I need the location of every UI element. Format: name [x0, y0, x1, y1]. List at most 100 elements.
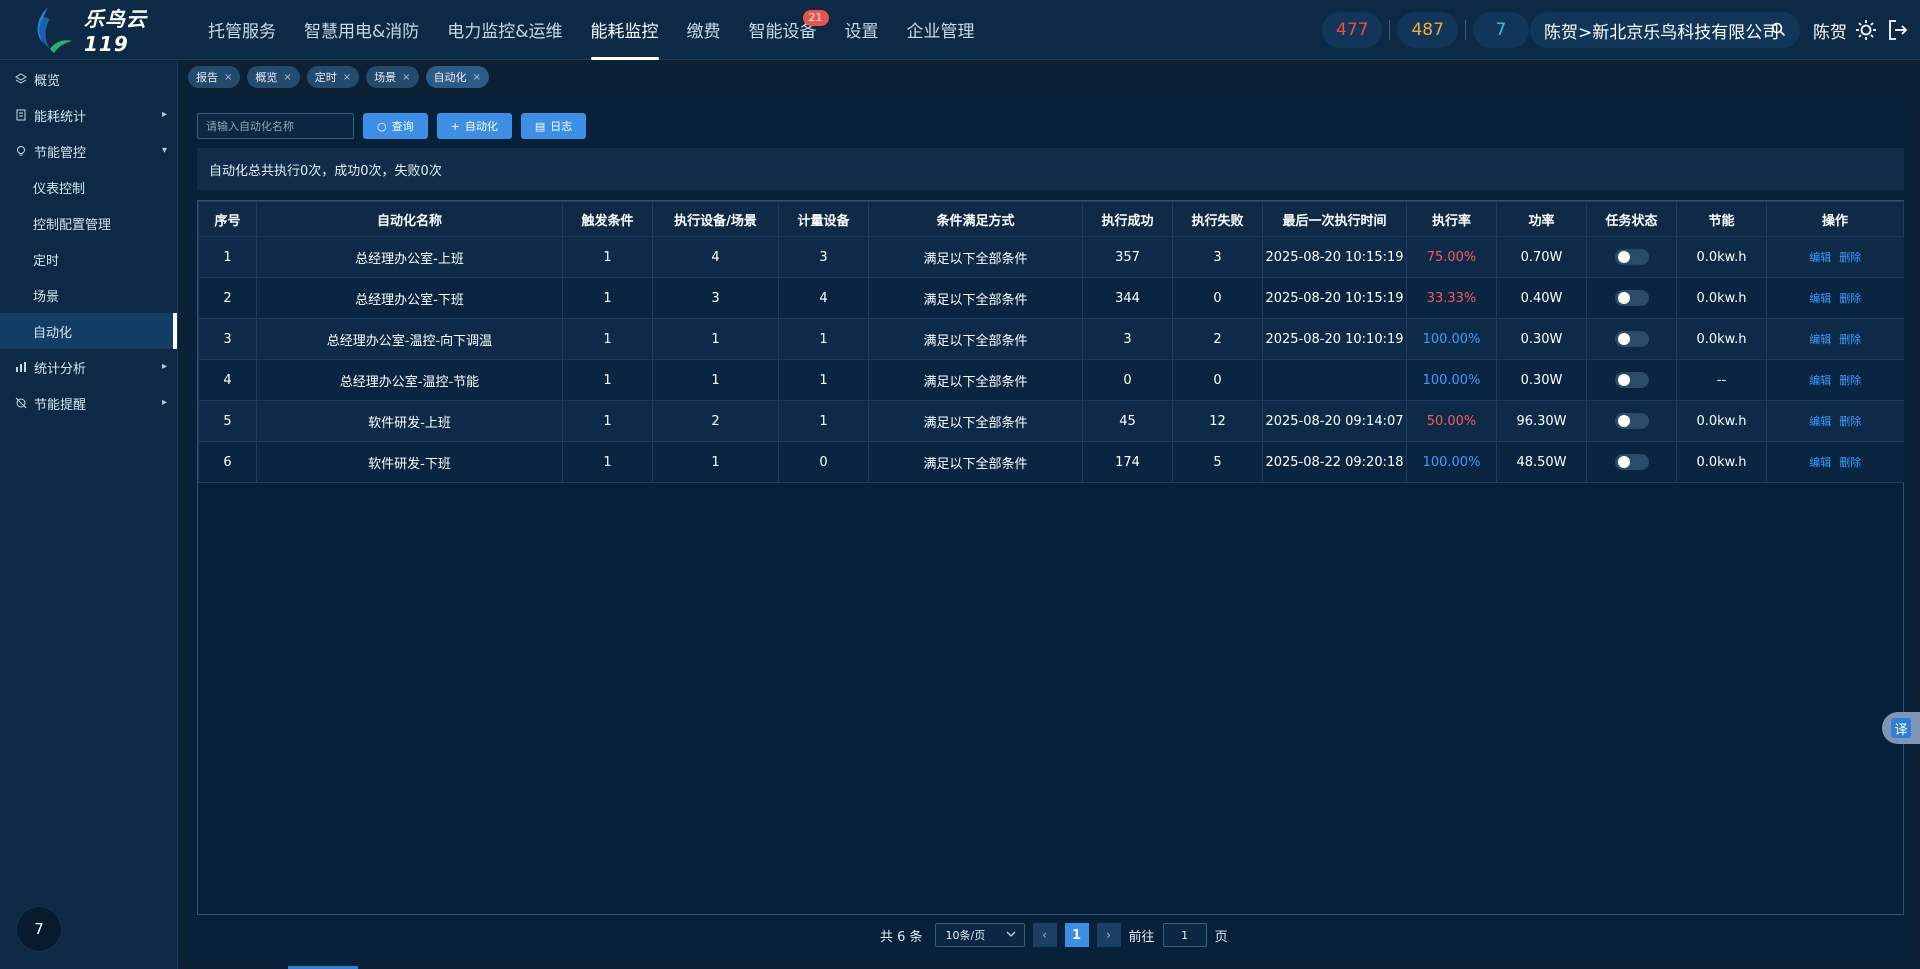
top-header: 乐鸟云119 托管服务 智慧用电&消防 电力监控&运维 能耗监控 缴费 智能设备 21 设置 企…	[0, 0, 1920, 60]
alert-stat-2[interactable]: 7	[1472, 12, 1529, 48]
nav-item-2[interactable]: 电力监控&运维	[433, 0, 576, 60]
sidebar-item-label: 概览	[34, 73, 61, 89]
sidebar-item-label: 节能提醒	[34, 397, 87, 413]
sidebar-item-label: 控制配置管理	[33, 217, 112, 233]
cell-actions: 编辑 删除	[1766, 400, 1904, 442]
nav-item-0[interactable]: 托管服务	[194, 0, 290, 60]
delete-link[interactable]: 删除	[1839, 374, 1861, 387]
goto-page-input[interactable]: 1	[1162, 923, 1207, 947]
cell-name: 总经理办公室-下班	[256, 277, 563, 319]
log-button[interactable]: ▤ 日志	[520, 113, 587, 139]
task-status-toggle[interactable]	[1614, 372, 1649, 388]
task-status-toggle[interactable]	[1614, 249, 1649, 265]
tag-1[interactable]: 概览 ×	[247, 66, 300, 88]
nav-item-label: 缴费	[686, 22, 721, 42]
delete-link[interactable]: 删除	[1839, 251, 1861, 264]
query-button[interactable]: ○ 查询	[363, 113, 428, 139]
tag-label: 定时	[314, 71, 337, 84]
tag-0[interactable]: 报告 ×	[188, 66, 241, 88]
delete-link[interactable]: 删除	[1839, 333, 1861, 346]
nav-item-3[interactable]: 能耗监控	[577, 0, 673, 60]
nav-item-1[interactable]: 智慧用电&消防	[290, 0, 433, 60]
bulb-icon	[14, 144, 28, 158]
close-icon[interactable]: ×	[283, 72, 291, 83]
sidebar-item-0[interactable]: 概览	[0, 61, 177, 97]
logo-text: 乐鸟云119	[84, 7, 147, 56]
sidebar-item-5[interactable]: 定时	[0, 241, 177, 277]
cell-energy: 0.0kw.h	[1676, 400, 1767, 442]
nav-item-4[interactable]: 缴费	[673, 0, 735, 60]
add-automation-button[interactable]: + 自动化	[436, 113, 512, 139]
cell-no: 3	[198, 318, 257, 360]
theme-sun-icon[interactable]	[1855, 19, 1877, 45]
prev-page-button[interactable]: ‹	[1032, 923, 1057, 947]
tag-4[interactable]: 自动化 ×	[425, 66, 489, 88]
cell-exec: 1	[652, 441, 779, 483]
avatar[interactable]: 7	[16, 906, 62, 952]
cell-rate: 75.00%	[1406, 236, 1497, 278]
delete-link[interactable]: 删除	[1839, 456, 1861, 469]
page-size-select[interactable]: 10条/页	[934, 923, 1025, 947]
sidebar-item-1[interactable]: 能耗统计 ▸	[0, 97, 177, 133]
alert-stat-1[interactable]: 487	[1397, 12, 1458, 48]
stat-divider	[1464, 20, 1466, 40]
caret-right-icon: ▸	[161, 109, 167, 120]
automation-search-input[interactable]: 请输入自动化名称	[197, 113, 354, 139]
main-content: 请输入自动化名称 ○ 查询 + 自动化 ▤ 日志 自动化总共执行0次，成功0次，…	[188, 99, 1913, 965]
next-page-button[interactable]: ›	[1096, 923, 1121, 947]
edit-link[interactable]: 编辑	[1809, 415, 1831, 428]
logout-icon[interactable]	[1888, 19, 1908, 45]
edit-link[interactable]: 编辑	[1809, 292, 1831, 305]
close-icon[interactable]: ×	[224, 72, 232, 83]
cell-trigger: 1	[562, 318, 653, 360]
sidebar-item-7[interactable]: 自动化	[0, 313, 177, 349]
tag-label: 概览	[255, 71, 278, 84]
nav-item-7[interactable]: 企业管理	[893, 0, 989, 60]
cell-success: 0	[1082, 359, 1173, 401]
company-selector[interactable]: 陈贺>新北京乐鸟科技有限公司	[1530, 12, 1800, 48]
sidebar-item-2[interactable]: 节能管控 ▾	[0, 133, 177, 169]
sidebar-item-9[interactable]: 节能提醒 ▸	[0, 385, 177, 421]
column-header: 最后一次执行时间	[1262, 201, 1407, 237]
task-status-toggle[interactable]	[1614, 413, 1649, 429]
task-status-toggle[interactable]	[1614, 290, 1649, 306]
edit-link[interactable]: 编辑	[1809, 456, 1831, 469]
page-number-current[interactable]: 1	[1064, 923, 1089, 947]
cell-mode: 满足以下全部条件	[868, 359, 1083, 401]
cell-trigger: 1	[562, 277, 653, 319]
delete-link[interactable]: 删除	[1839, 292, 1861, 305]
sidebar: 概览 能耗统计 ▸ 节能管控 ▾ 仪表控制 控制配置管理 定时 场景 自动化 统计分析 ▸ 节能提醒 ▸ …	[0, 61, 178, 969]
nav-item-5[interactable]: 智能设备 21	[735, 0, 831, 60]
sidebar-item-8[interactable]: 统计分析 ▸	[0, 349, 177, 385]
sidebar-item-4[interactable]: 控制配置管理	[0, 205, 177, 241]
search-icon[interactable]	[1771, 22, 1786, 42]
pagination: 共 6 条 10条/页 ‹ 1 › 前往 1 页	[880, 923, 1228, 947]
nav-item-6[interactable]: 设置	[831, 0, 893, 60]
alert-icon	[14, 396, 28, 410]
caret-right-icon: ▸	[161, 397, 167, 408]
cell-success: 174	[1082, 441, 1173, 483]
edit-link[interactable]: 编辑	[1809, 374, 1831, 387]
translate-button[interactable]: 译	[1882, 712, 1920, 744]
cell-actions: 编辑 删除	[1766, 359, 1904, 401]
close-icon[interactable]: ×	[473, 72, 481, 83]
sidebar-item-3[interactable]: 仪表控制	[0, 169, 177, 205]
tag-2[interactable]: 定时 ×	[306, 66, 360, 88]
cell-fail: 12	[1172, 400, 1263, 442]
user-name[interactable]: 陈贺	[1813, 18, 1847, 43]
tag-3[interactable]: 场景 ×	[366, 66, 419, 88]
nav-item-label: 电力监控&运维	[447, 22, 563, 42]
cell-no: 6	[198, 441, 257, 483]
task-status-toggle[interactable]	[1614, 454, 1649, 470]
cell-last: 2025-08-20 10:15:19	[1262, 236, 1407, 278]
delete-link[interactable]: 删除	[1839, 415, 1861, 428]
close-icon[interactable]: ×	[402, 72, 410, 83]
alert-stat-0[interactable]: 477	[1322, 12, 1383, 48]
edit-link[interactable]: 编辑	[1809, 333, 1831, 346]
column-header: 序号	[198, 201, 257, 237]
sidebar-item-6[interactable]: 场景	[0, 277, 177, 313]
task-status-toggle[interactable]	[1614, 331, 1649, 347]
edit-link[interactable]: 编辑	[1809, 251, 1831, 264]
document-icon: ▤	[534, 119, 546, 133]
close-icon[interactable]: ×	[343, 72, 351, 83]
